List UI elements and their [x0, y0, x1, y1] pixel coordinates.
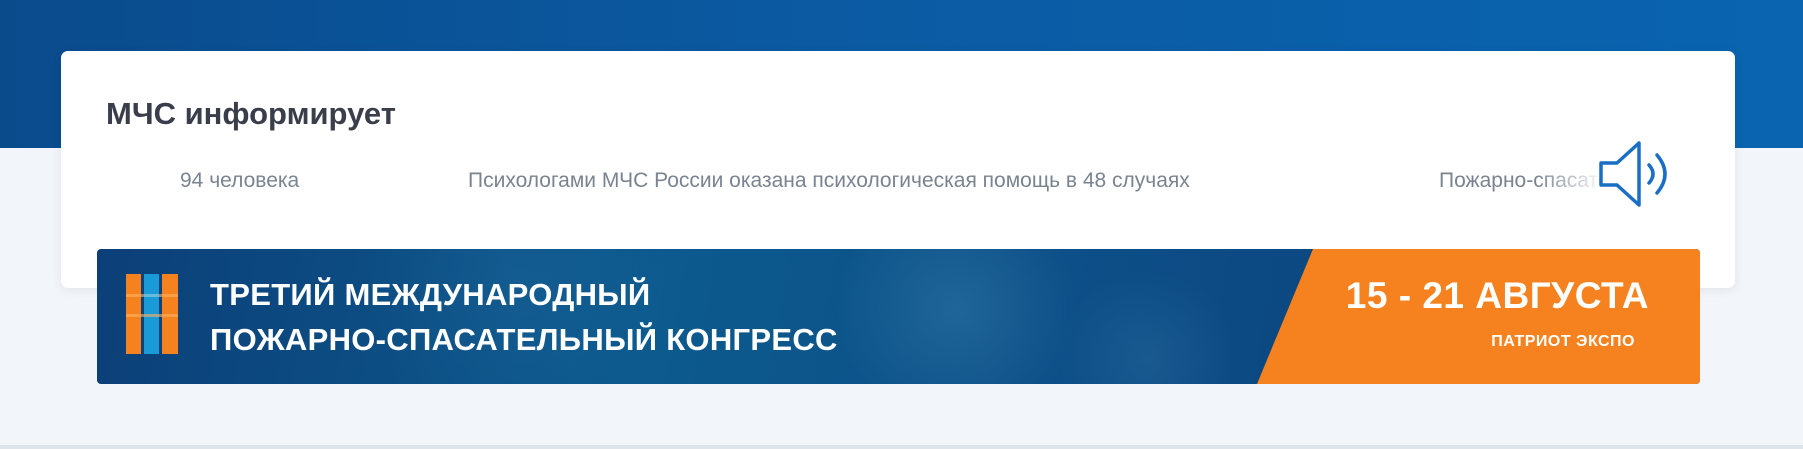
- audio-playback-button[interactable]: [1597, 135, 1681, 213]
- ticker-item[interactable]: Пожарно-спасательные: [1439, 164, 1606, 198]
- banner-title-line-2: ПОЖАРНО-СПАСАТЕЛЬНЫЙ КОНГРЕСС: [210, 322, 838, 357]
- ticker-item[interactable]: Психологами МЧС России оказана психологи…: [468, 164, 1190, 198]
- section-title: МЧС информирует: [106, 96, 396, 131]
- congress-logo-icon: [126, 274, 178, 354]
- ticker-item[interactable]: 94 человека: [180, 164, 299, 198]
- page-divider: [0, 445, 1803, 449]
- banner-dates: 15 - 21 АВГУСТА: [1345, 275, 1649, 316]
- banner-title: ТРЕТИЙ МЕЖДУНАРОДНЫЙ ПОЖАРНО-СПАСАТЕЛЬНЫ…: [210, 272, 838, 362]
- banner-title-line-1: ТРЕТИЙ МЕЖДУНАРОДНЫЙ: [210, 277, 651, 312]
- banner-venue: ПАТРИОТ ЭКСПО: [1491, 333, 1635, 350]
- speaker-icon: [1599, 141, 1667, 207]
- banner-date-panel: 15 - 21 АВГУСТА ПАТРИОТ ЭКСПО: [1257, 249, 1700, 384]
- congress-banner[interactable]: ТРЕТИЙ МЕЖДУНАРОДНЫЙ ПОЖАРНО-СПАСАТЕЛЬНЫ…: [97, 249, 1700, 384]
- news-ticker: 94 человека Психологами МЧС России оказа…: [106, 164, 1606, 198]
